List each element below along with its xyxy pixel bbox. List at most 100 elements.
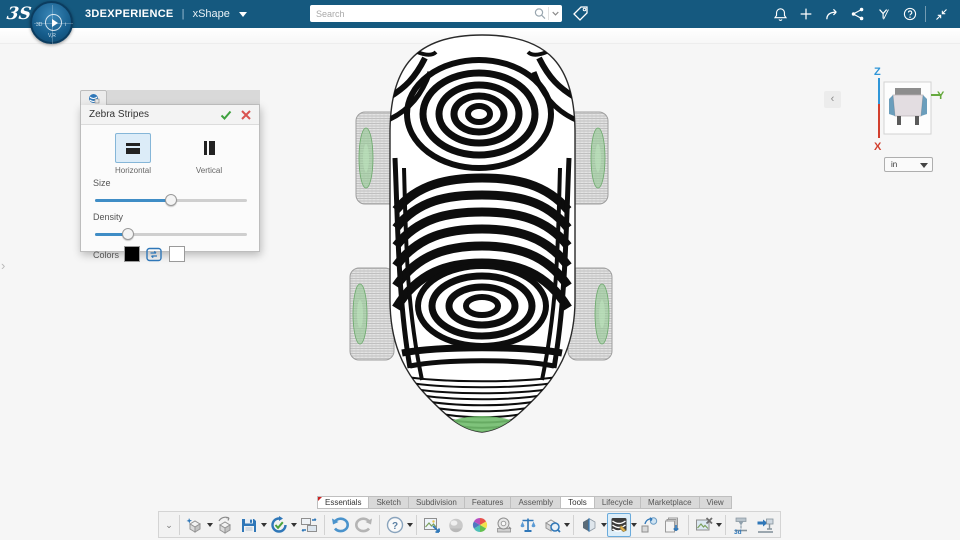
render-image-icon[interactable] [692,513,716,537]
topbar-divider [925,6,926,22]
tab-marketplace[interactable]: Marketplace [640,496,700,509]
search-bar[interactable] [310,5,562,22]
share-arrow-icon[interactable] [819,4,845,24]
convert-shape-icon[interactable] [637,513,661,537]
3dexperience-compass[interactable]: 3D V,R i [30,1,73,44]
vertical-stripes-button[interactable] [191,133,227,163]
color-wheel-icon[interactable] [468,513,492,537]
new-part-icon[interactable] [183,513,207,537]
render-dropdown[interactable] [716,513,722,537]
search-icon[interactable] [532,7,548,20]
batch-save-icon[interactable] [661,513,685,537]
dialog-title: Zebra Stripes [89,109,149,120]
tab-tools[interactable]: Tools [560,496,595,509]
exchange-data-icon[interactable] [297,513,321,537]
compass-east-label: i [65,22,66,28]
toolbar-collapse-chevron-icon[interactable]: ⌄ [162,514,176,536]
zebra-tool-tab-icon [88,93,100,104]
export-to-machine-icon[interactable] [753,513,777,537]
share-network-icon[interactable] [845,4,871,24]
app-switcher-chevron-icon[interactable] [239,12,247,17]
x-axis-label[interactable]: X [874,141,882,153]
tag-icon[interactable] [572,5,590,22]
stripe-color-swatch-white[interactable] [169,246,185,262]
update-sync-icon[interactable] [267,513,291,537]
axis-triad[interactable]: Z X Y [855,64,945,156]
search-options-chevron-icon[interactable] [548,7,562,20]
left-panel-expand-chevron-icon[interactable]: › [1,258,15,278]
toolbar-separator [688,515,689,535]
rear-left-wheel[interactable] [350,268,394,360]
measure-icon[interactable] [492,513,516,537]
tab-view[interactable]: View [699,496,732,509]
new-flag [318,497,322,501]
vertical-label: Vertical [174,166,244,175]
right-panel-collapse-chevron-icon[interactable]: ‹ [824,91,841,108]
help-icon[interactable] [897,4,923,24]
app-title: 3DEXPERIENCE | xShape [85,0,247,28]
capture-image-icon[interactable] [420,513,444,537]
density-slider-handle[interactable] [122,228,134,240]
size-slider[interactable] [95,194,247,207]
close-x-icon[interactable] [239,108,253,122]
toolbar-separator [725,515,726,535]
search-input[interactable] [310,9,532,19]
help-dropdown[interactable] [407,513,413,537]
notifications-bell-icon[interactable] [767,4,793,24]
tab-subdivision[interactable]: Subdivision [408,496,465,509]
help-circle-icon[interactable]: ? [383,513,407,537]
car-model-zebra-view[interactable] [330,28,630,448]
add-plus-icon[interactable] [793,4,819,24]
compare-scales-icon[interactable] [516,513,540,537]
undo-icon[interactable] [328,513,352,537]
tab-lifecycle[interactable]: Lifecycle [594,496,641,509]
section-view-icon[interactable] [577,513,601,537]
stripe-color-swatch-black[interactable] [124,246,140,262]
dialog-tab-strip [80,90,260,105]
compass-south-label: V,R [48,33,56,39]
check-analyze-icon[interactable] [540,513,564,537]
tab-features[interactable]: Features [464,496,512,509]
collapse-window-icon[interactable] [928,4,954,24]
material-sphere-icon[interactable] [444,513,468,537]
confirm-check-icon[interactable] [219,108,233,122]
size-slider-handle[interactable] [165,194,177,206]
toolbar-separator [416,515,417,535]
y-axis-label[interactable]: Y [937,90,945,102]
units-dropdown[interactable]: in [884,157,933,172]
platform-brand: 3DEXPERIENCE [85,8,174,20]
dialog-header[interactable]: Zebra Stripes [81,105,259,125]
open-part-icon[interactable] [213,513,237,537]
density-slider[interactable] [95,228,247,241]
save-icon[interactable] [237,513,261,537]
tab-assembly[interactable]: Assembly [510,496,561,509]
colors-label: Colors [93,250,119,260]
zebra-dialog-panel: Zebra Stripes Horizontal Vertical Size [80,105,260,252]
svg-text:?: ? [392,521,398,532]
app-name[interactable]: xShape [193,8,230,20]
horizontal-label: Horizontal [98,166,168,175]
swap-colors-icon[interactable] [146,247,162,262]
toolbar-separator [573,515,574,535]
redo-icon[interactable] [352,513,376,537]
tab-essentials[interactable]: Essentials [317,496,369,509]
top-bar: 3S 3DEXPERIENCE | xShape [0,0,960,28]
tab-sketch[interactable]: Sketch [368,496,408,509]
toolbar-separator [324,515,325,535]
zebra-tool-tab[interactable] [80,90,107,105]
section-tabs: Essentials Sketch Subdivision Features A… [318,496,732,509]
units-value: in [891,160,897,169]
analyze-dropdown[interactable] [564,513,570,537]
rear-bumper-highlight [442,416,522,444]
size-slider-fill [95,199,171,202]
toolbar-separator [379,515,380,535]
3dswym-icon[interactable] [871,4,897,24]
compass-play-icon[interactable] [45,14,62,31]
zebra-stripes-icon[interactable] [607,513,631,537]
print-3d-icon[interactable]: 3d [729,513,753,537]
toolbar-separator [179,515,180,535]
z-axis-label[interactable]: Z [874,66,881,78]
units-caret-icon [920,163,928,168]
horizontal-stripes-icon [126,143,140,154]
horizontal-stripes-button[interactable] [115,133,151,163]
